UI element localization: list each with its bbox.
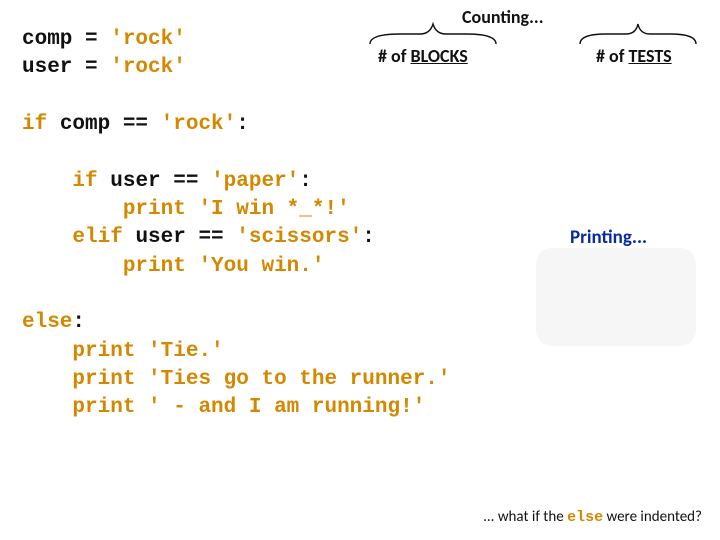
- counting-label: Counting...: [462, 6, 544, 28]
- tests-label: # of TESTS: [596, 45, 672, 67]
- code-block: comp = 'rock' user = 'rock' if comp == '…: [22, 26, 451, 423]
- tests-word: TESTS: [628, 45, 671, 67]
- footer-suffix: were indented?: [603, 508, 702, 526]
- footer-prefix: ... what if the: [483, 508, 567, 526]
- tests-prefix: # of: [596, 45, 628, 67]
- printing-label: Printing...: [570, 226, 647, 249]
- footer-question: ... what if the else were indented?: [483, 508, 702, 526]
- footer-keyword: else: [567, 509, 603, 526]
- printing-bubble: [536, 248, 696, 346]
